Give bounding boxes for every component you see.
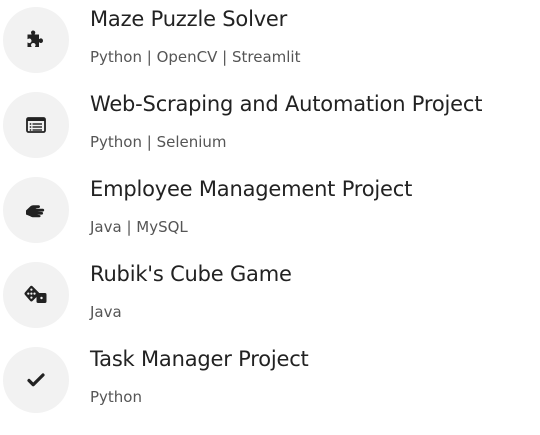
puzzle-piece-icon: [3, 7, 69, 73]
project-tech-stack: Java: [90, 303, 122, 321]
project-tech-stack: Python | OpenCV | Streamlit: [90, 48, 301, 66]
project-title[interactable]: Web-Scraping and Automation Project: [90, 91, 482, 117]
checkmark-icon: [3, 347, 69, 413]
list-window-icon: [3, 92, 69, 158]
project-title[interactable]: Employee Management Project: [90, 176, 412, 202]
project-title[interactable]: Rubik's Cube Game: [90, 261, 292, 287]
project-item-maze-puzzle-solver: Maze Puzzle Solver Python | OpenCV | Str…: [0, 0, 540, 80]
project-tech-stack: Java | MySQL: [90, 218, 188, 236]
project-item-rubiks-cube-game: Rubik's Cube Game Java: [0, 255, 540, 335]
project-item-web-scraping: Web-Scraping and Automation Project Pyth…: [0, 85, 540, 165]
dice-icon: [3, 262, 69, 328]
handshake-icon: [3, 177, 69, 243]
project-title[interactable]: Maze Puzzle Solver: [90, 6, 287, 32]
project-title[interactable]: Task Manager Project: [90, 346, 309, 372]
project-item-employee-management: Employee Management Project Java | MySQL: [0, 170, 540, 250]
project-list: Maze Puzzle Solver Python | OpenCV | Str…: [0, 0, 540, 435]
project-tech-stack: Python: [90, 388, 142, 406]
project-item-task-manager: Task Manager Project Python: [0, 340, 540, 420]
project-tech-stack: Python | Selenium: [90, 133, 227, 151]
